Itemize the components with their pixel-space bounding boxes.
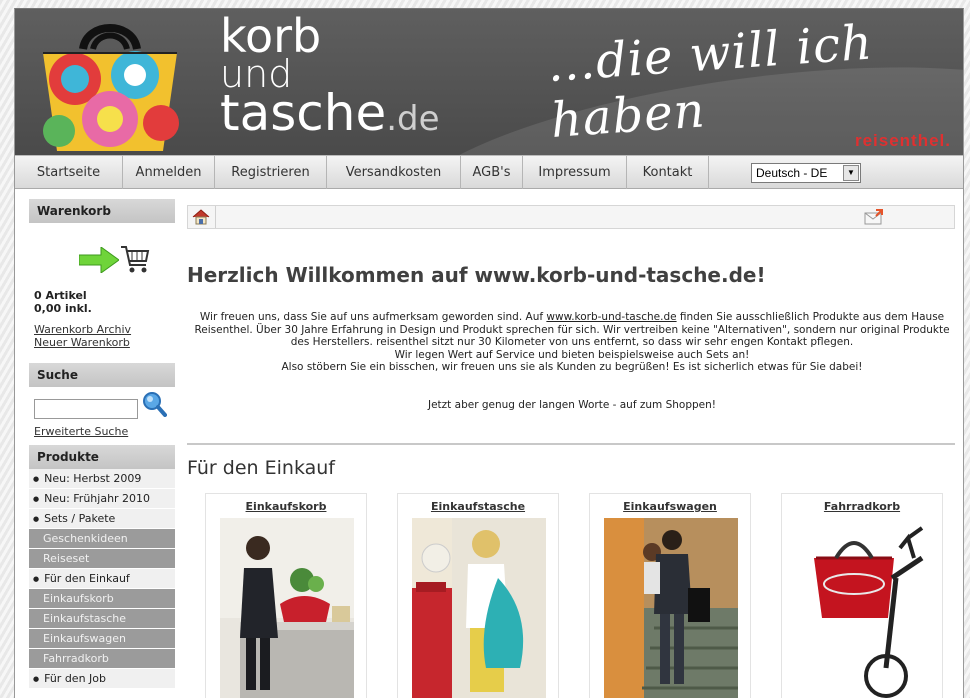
intro-service-line: Wir legen Wert auf Service und bieten be… xyxy=(394,348,750,361)
home-icon[interactable] xyxy=(192,209,210,225)
page-background: korb und tasche.de …die will ich haben r… xyxy=(0,0,970,698)
product-image-einkaufswagen[interactable] xyxy=(604,518,738,698)
nav-impressum[interactable]: Impressum xyxy=(523,156,627,189)
logo-tasche-text: tasche xyxy=(220,84,387,142)
language-select-value: Deutsch - DE xyxy=(756,166,828,180)
search-box-title: Suche xyxy=(29,363,175,387)
mail-icon[interactable] xyxy=(864,209,884,225)
category-sets-pakete[interactable]: Sets / Pakete xyxy=(29,509,175,529)
category-einkaufskorb[interactable]: Einkaufskorb xyxy=(29,589,175,609)
sidebar: Warenkorb 0 Artikel 0,00 inkl. Warenkorb… xyxy=(29,199,175,698)
arrow-right-icon xyxy=(79,247,119,273)
intro-text-start: Wir freuen uns, dass Sie auf uns aufmerk… xyxy=(199,311,547,323)
main-navigation: Startseite Anmelden Registrieren Versand… xyxy=(15,155,963,189)
intro-text: Wir freuen uns, dass Sie auf uns aufmerk… xyxy=(187,311,957,374)
breadcrumb xyxy=(187,205,955,229)
page-title: Herzlich Willkommen auf www.korb-und-tas… xyxy=(187,263,766,287)
new-cart-link[interactable]: Neuer Warenkorb xyxy=(34,336,130,349)
logo-word-tasche: tasche.de xyxy=(220,88,440,141)
section-divider xyxy=(187,443,955,445)
site-url-link[interactable]: www.korb-und-tasche.de xyxy=(546,311,676,323)
product-name-link[interactable]: Einkaufstasche xyxy=(398,500,558,513)
logo-word-korb: korb xyxy=(220,9,322,63)
page-wrapper: korb und tasche.de …die will ich haben r… xyxy=(14,8,964,698)
nav-startseite[interactable]: Startseite xyxy=(15,156,123,189)
category-reiseset[interactable]: Reiseset xyxy=(29,549,175,569)
category-list: Neu: Herbst 2009 Neu: Frühjahr 2010 Sets… xyxy=(29,469,175,689)
category-einkaufstasche[interactable]: Einkaufstasche xyxy=(29,609,175,629)
language-select[interactable]: Deutsch - DE ▼ xyxy=(751,163,861,183)
breadcrumb-divider xyxy=(215,206,216,228)
nav-registrieren[interactable]: Registrieren xyxy=(215,156,327,189)
product-image-fahrradkorb[interactable] xyxy=(796,518,930,698)
shop-now-text: Jetzt aber genug der langen Worte - auf … xyxy=(428,399,716,411)
category-fuer-den-job[interactable]: Für den Job xyxy=(29,669,175,689)
logo-tld: .de xyxy=(386,99,440,139)
cart-item-count: 0 Artikel xyxy=(34,289,87,302)
section-title: Für den Einkauf xyxy=(187,457,335,479)
product-card-einkaufstasche[interactable]: Einkaufstasche xyxy=(397,493,559,698)
product-image-einkaufskorb[interactable] xyxy=(220,518,354,698)
chevron-down-icon[interactable]: ▼ xyxy=(843,165,859,181)
cart-archive-link[interactable]: Warenkorb Archiv xyxy=(34,323,131,336)
product-card-einkaufswagen[interactable]: Einkaufswagen xyxy=(589,493,751,698)
search-input[interactable] xyxy=(34,399,138,419)
nav-anmelden[interactable]: Anmelden xyxy=(123,156,215,189)
category-einkaufswagen[interactable]: Einkaufswagen xyxy=(29,629,175,649)
cart-total: 0,00 inkl. xyxy=(34,302,92,315)
product-name-link[interactable]: Fahrradkorb xyxy=(782,500,942,513)
product-name-link[interactable]: Einkaufskorb xyxy=(206,500,366,513)
product-card-einkaufskorb[interactable]: Einkaufskorb xyxy=(205,493,367,698)
shopping-cart-icon[interactable] xyxy=(119,243,151,275)
site-logo[interactable]: korb und tasche.de xyxy=(220,9,440,141)
category-fahrradkorb[interactable]: Fahrradkorb xyxy=(29,649,175,669)
advanced-search-link[interactable]: Erweiterte Suche xyxy=(34,425,128,438)
nav-versandkosten[interactable]: Versandkosten xyxy=(327,156,461,189)
nav-agb[interactable]: AGB's xyxy=(461,156,523,189)
product-image-einkaufstasche[interactable] xyxy=(412,518,546,698)
intro-browse-line: Also stöbern Sie ein bisschen, wir freue… xyxy=(281,361,863,373)
site-header: korb und tasche.de …die will ich haben r… xyxy=(15,9,963,155)
brand-logo-reisenthel: reisenthel. xyxy=(854,131,951,150)
search-box: Erweiterte Suche xyxy=(29,387,175,471)
product-card-fahrradkorb[interactable]: Fahrradkorb xyxy=(781,493,943,698)
cart-summary: 0 Artikel 0,00 inkl. xyxy=(34,289,92,315)
category-geschenkideen[interactable]: Geschenkideen xyxy=(29,529,175,549)
category-neu-herbst-2009[interactable]: Neu: Herbst 2009 xyxy=(29,469,175,489)
cart-box-title: Warenkorb xyxy=(29,199,175,223)
search-icon[interactable] xyxy=(141,391,167,417)
main-content: Herzlich Willkommen auf www.korb-und-tas… xyxy=(187,205,957,698)
cart-box: 0 Artikel 0,00 inkl. Warenkorb Archiv Ne… xyxy=(29,223,175,363)
nav-kontakt[interactable]: Kontakt xyxy=(627,156,709,189)
category-neu-fruehjahr-2010[interactable]: Neu: Frühjahr 2010 xyxy=(29,489,175,509)
logo-bag-image[interactable] xyxy=(35,19,185,154)
product-name-link[interactable]: Einkaufswagen xyxy=(590,500,750,513)
category-fuer-den-einkauf[interactable]: Für den Einkauf xyxy=(29,569,175,589)
